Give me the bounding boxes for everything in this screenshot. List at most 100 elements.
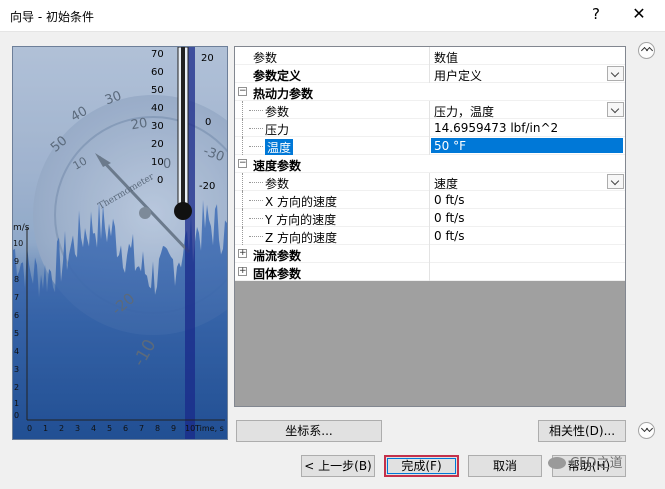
grid-row-value[interactable]: 0 ft/s — [434, 211, 464, 225]
dependency-button[interactable]: 相关性(D)... — [538, 420, 626, 442]
wizard-illustration: 70 60 50 40 30 20 10 0 20 0 -20 50 40 30… — [12, 46, 228, 440]
y-tick: 6 — [14, 311, 20, 320]
tree-line — [242, 209, 243, 227]
tree-line — [242, 173, 243, 191]
grid-group-name: 固体参数 — [253, 267, 302, 281]
grid-row-thermo-params[interactable]: 参数 压力，温度 — [235, 101, 625, 119]
grid-row-value[interactable]: 用户定义 — [434, 67, 482, 84]
close-icon[interactable]: ✕ — [630, 4, 648, 23]
grid-separator — [429, 137, 430, 155]
grid-separator — [429, 173, 430, 191]
grid-row-param-definition[interactable]: 参数定义 用户定义 — [235, 65, 625, 83]
gauge-label: 0 — [163, 157, 172, 172]
title-bar: 向导 - 初始条件 ? ✕ — [0, 0, 665, 32]
x-tick: 4 — [91, 424, 97, 433]
tree-line — [242, 119, 243, 137]
grid-separator — [429, 227, 430, 245]
y-tick: 0 — [14, 411, 20, 420]
collapse-icon[interactable]: − — [238, 159, 247, 168]
grid-group-velocity[interactable]: − 速度参数 — [235, 155, 625, 173]
grid-group-solid[interactable]: + 固体参数 — [235, 263, 625, 281]
dropdown-arrow-icon[interactable] — [607, 174, 624, 189]
expand-icon[interactable]: + — [238, 267, 247, 276]
cancel-button[interactable]: 取消 — [468, 455, 542, 477]
grid-row-value[interactable]: 压力，温度 — [434, 103, 494, 120]
tree-line — [242, 101, 243, 119]
finish-button[interactable]: 完成(F) — [384, 455, 459, 477]
x-tick: 2 — [59, 424, 65, 433]
grid-row-name: Z 方向的速度 — [265, 231, 338, 245]
x-axis-label: Time, s — [195, 424, 224, 433]
grid-group-thermo[interactable]: − 热动力参数 — [235, 83, 625, 101]
wechat-icon — [548, 457, 566, 469]
grid-group-turbulence[interactable]: + 湍流参数 — [235, 245, 625, 263]
grid-row-value[interactable]: 0 ft/s — [434, 193, 464, 207]
thermo-tick: 10 — [151, 157, 164, 168]
x-tick: 8 — [155, 424, 161, 433]
thermo-tick: 30 — [151, 121, 164, 132]
grid-separator — [429, 101, 430, 119]
thermo-tick: 50 — [151, 85, 164, 96]
grid-row-name: 参数定义 — [253, 69, 302, 83]
thermo-tick: -20 — [199, 181, 216, 192]
x-tick: 6 — [123, 424, 129, 433]
thermo-tick: 0 — [157, 175, 164, 186]
grid-separator — [429, 245, 430, 263]
thermometer-chart-graphic — [13, 47, 227, 439]
x-tick: 5 — [107, 424, 113, 433]
grid-header-row: 参数 数值 — [235, 47, 625, 65]
grid-row-velocity-y[interactable]: Y 方向的速度 0 ft/s — [235, 209, 625, 227]
thermo-tick: 20 — [151, 139, 164, 150]
x-tick: 0 — [27, 424, 33, 433]
x-tick: 1 — [43, 424, 49, 433]
y-axis-unit: m/s — [13, 223, 30, 233]
thermo-tick: 20 — [201, 53, 214, 64]
dropdown-arrow-icon[interactable] — [607, 66, 624, 81]
grid-row-velocity-x[interactable]: X 方向的速度 0 ft/s — [235, 191, 625, 209]
grid-row-value[interactable]: 速度 — [434, 175, 458, 192]
grid-row-name: Y 方向的速度 — [265, 213, 337, 227]
grid-header-value: 数值 — [434, 51, 459, 65]
thermo-tick: 40 — [151, 103, 164, 114]
previous-button[interactable]: < 上一步(B) — [301, 455, 375, 477]
tree-line — [249, 236, 263, 237]
gauge-label: 20 — [129, 115, 149, 134]
collapse-icon[interactable]: − — [238, 87, 247, 96]
dropdown-arrow-icon[interactable] — [607, 102, 624, 117]
property-grid[interactable]: 参数 数值 参数定义 用户定义 − 热动力参数 参数 压力，温度 压力 14.6… — [234, 46, 626, 407]
x-tick: 10 — [185, 424, 196, 433]
tree-line — [249, 110, 263, 111]
y-tick: 3 — [14, 365, 20, 374]
grid-separator — [429, 65, 430, 83]
grid-row-velocity-z[interactable]: Z 方向的速度 0 ft/s — [235, 227, 625, 245]
grid-row-name: 参数 — [265, 177, 290, 191]
grid-header-name: 参数 — [253, 51, 278, 65]
expand-icon[interactable]: + — [238, 249, 247, 258]
y-tick: 8 — [14, 275, 20, 284]
help-icon[interactable]: ? — [588, 5, 604, 23]
grid-row-value[interactable]: 14.6959473 lbf/in^2 — [434, 121, 558, 135]
grid-row-value[interactable]: 0 ft/s — [434, 229, 464, 243]
grid-row-name: X 方向的速度 — [265, 195, 338, 209]
y-tick: 9 — [14, 257, 20, 266]
y-tick: 10 — [13, 239, 24, 248]
grid-separator — [429, 209, 430, 227]
grid-row-velocity-params[interactable]: 参数 速度 — [235, 173, 625, 191]
grid-group-name: 湍流参数 — [253, 249, 302, 263]
thermo-tick: 0 — [205, 117, 212, 128]
x-tick: 7 — [139, 424, 145, 433]
tree-line — [242, 137, 243, 155]
watermark-text: CFD之道 — [570, 456, 623, 471]
collapse-up-icon[interactable] — [638, 42, 655, 59]
grid-row-pressure[interactable]: 压力 14.6959473 lbf/in^2 — [235, 119, 625, 137]
grid-row-temperature[interactable]: 温度 50 °F — [235, 137, 625, 156]
x-tick: 9 — [171, 424, 177, 433]
expand-down-icon[interactable] — [638, 422, 655, 439]
grid-row-name: 压力 — [265, 123, 290, 137]
tree-line — [249, 146, 263, 147]
grid-row-value[interactable]: 50 °F — [431, 138, 623, 153]
coordinate-system-button[interactable]: 坐标系... — [236, 420, 382, 442]
tree-line — [249, 182, 263, 183]
y-tick: 4 — [14, 347, 20, 356]
thermo-tick: 60 — [151, 67, 164, 78]
